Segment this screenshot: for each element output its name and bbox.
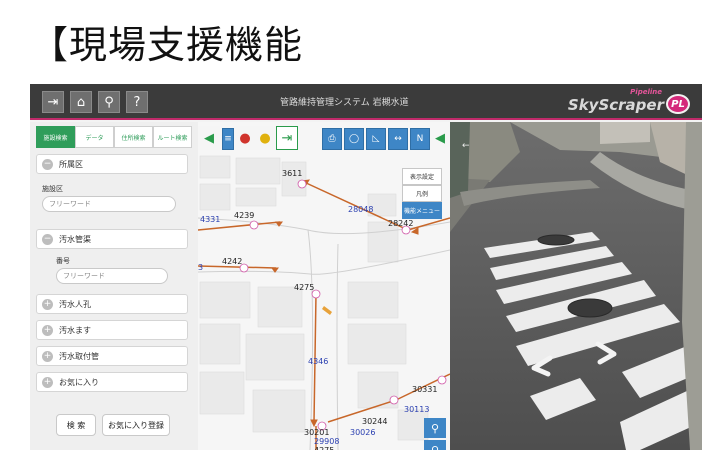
map-label-28242: 28242 xyxy=(388,219,413,228)
slide-title: 【現場支援機能 xyxy=(30,23,304,67)
group-favorites[interactable]: + お気に入り xyxy=(36,372,188,392)
add-favorite-button[interactable]: お気に入り登録 xyxy=(102,414,170,436)
number-freeword-input[interactable] xyxy=(56,268,168,284)
map-label-30026: 30026 xyxy=(350,428,375,437)
map-label-30244: 30244 xyxy=(362,417,387,426)
pin-red-icon[interactable]: ● xyxy=(234,126,256,150)
logo-badge: PL xyxy=(666,94,690,114)
distance-icon[interactable]: ↔ xyxy=(388,128,408,150)
street-back-icon[interactable]: ← xyxy=(462,141,470,151)
logo-small-text: Pipeline xyxy=(630,88,662,96)
map-collapse-left-icon[interactable]: ◀ xyxy=(198,126,220,150)
map-label-4242: 4242 xyxy=(222,257,242,266)
map-label-4346: 4346 xyxy=(308,357,328,366)
map-label-4275: 4275 xyxy=(294,283,314,292)
group-catch-basin[interactable]: + 汚水ます xyxy=(36,320,188,340)
map-label-4331: 4331 xyxy=(200,215,220,224)
group-water-label: 汚水管渠 xyxy=(59,234,91,244)
street-view[interactable]: ← xyxy=(450,122,702,450)
logo-big-text: SkyScraper xyxy=(567,96,664,114)
map-label-30113: 30113 xyxy=(404,405,429,414)
top-bar: ⇥ ⌂ ⚲ ? 管路維持管理システム 岩槻水道 Pipeline SkyScra… xyxy=(30,84,702,120)
zoom-search-icon[interactable]: ⚲ xyxy=(98,91,120,113)
map-label-3: 3 xyxy=(198,263,203,272)
tab-address-search[interactable]: 住所検索 xyxy=(114,126,153,148)
zoom-in-icon[interactable]: ⚲ xyxy=(424,418,446,438)
map-collapse-right-icon[interactable]: ◀ xyxy=(430,126,450,150)
function-menu[interactable]: 機能メニュー xyxy=(402,202,442,219)
map-view[interactable]: 3611 4331 4239 28048 28242 4242 3 4275 4… xyxy=(198,122,450,450)
measure-icon[interactable]: ◺ xyxy=(366,128,386,150)
search-button[interactable]: 検 索 xyxy=(56,414,96,436)
brand-logo: Pipeline SkyScraper PL xyxy=(568,88,692,116)
home-icon[interactable]: ⌂ xyxy=(70,91,92,113)
group-manhole-label: 汚水人孔 xyxy=(59,299,91,309)
panel-tabs: 施設検索 データ 住所検索 ルート検索 xyxy=(36,126,192,148)
group-facility-label: 所属区 xyxy=(59,159,83,169)
group-lateral-pipe-label: 汚水取付管 xyxy=(59,351,99,361)
zoom-out-icon[interactable]: ⚲ xyxy=(424,440,446,450)
map-label-30331: 30331 xyxy=(412,385,437,394)
tab-route-search[interactable]: ルート検索 xyxy=(153,126,192,148)
group-lateral-pipe[interactable]: + 汚水取付管 xyxy=(36,346,188,366)
exit-icon[interactable]: ⇥ xyxy=(42,91,64,113)
group-catch-basin-label: 汚水ます xyxy=(59,325,91,335)
print-icon[interactable]: ⎙ xyxy=(322,128,342,150)
search-panel: 施設検索 データ 住所検索 ルート検索 − 所属区 施設区 − 汚水管渠 番号 … xyxy=(30,122,198,450)
map-label-28048: 28048 xyxy=(348,205,373,214)
collapse-icon: − xyxy=(42,234,53,245)
app-window: ⇥ ⌂ ⚲ ? 管路維持管理システム 岩槻水道 Pipeline SkyScra… xyxy=(30,84,702,450)
map-label-4275-b: 4275 xyxy=(314,446,334,450)
group-manhole[interactable]: + 汚水人孔 xyxy=(36,294,188,314)
facility-freeword-input[interactable] xyxy=(42,196,176,212)
display-settings-menu[interactable]: 表示設定 xyxy=(402,168,442,185)
circle-icon[interactable]: ◯ xyxy=(344,128,364,150)
legend-menu[interactable]: 凡例 xyxy=(402,185,442,202)
vehicle-marker xyxy=(322,306,332,315)
collapse-icon: − xyxy=(42,159,53,170)
map-label-30201: 30201 xyxy=(304,428,329,437)
group-water-header[interactable]: − 汚水管渠 xyxy=(36,229,188,249)
pin-yellow-icon[interactable]: ● xyxy=(254,126,276,150)
app-title: 管路維持管理システム 岩槻水道 xyxy=(280,98,409,108)
group-favorites-label: お気に入り xyxy=(59,377,99,387)
expand-icon: + xyxy=(42,325,53,336)
tab-facility-search[interactable]: 施設検索 xyxy=(36,126,75,148)
help-icon[interactable]: ? xyxy=(126,91,148,113)
tab-data[interactable]: データ xyxy=(75,126,114,148)
north-icon[interactable]: N xyxy=(410,128,430,150)
layer-icon[interactable]: ≡ xyxy=(222,128,234,150)
exit-green-icon[interactable]: ⇥ xyxy=(276,126,298,150)
group-facility-header[interactable]: − 所属区 xyxy=(36,154,188,174)
facility-field-label: 施設区 xyxy=(42,185,63,193)
expand-icon: + xyxy=(42,377,53,388)
map-label-4239: 4239 xyxy=(234,211,254,220)
street-view-image[interactable]: ← xyxy=(450,122,702,450)
expand-icon: + xyxy=(42,299,53,310)
map-label-29908: 29908 xyxy=(314,437,339,446)
expand-icon: + xyxy=(42,351,53,362)
map-label-3611: 3611 xyxy=(282,169,302,178)
number-field-label: 番号 xyxy=(56,257,70,265)
